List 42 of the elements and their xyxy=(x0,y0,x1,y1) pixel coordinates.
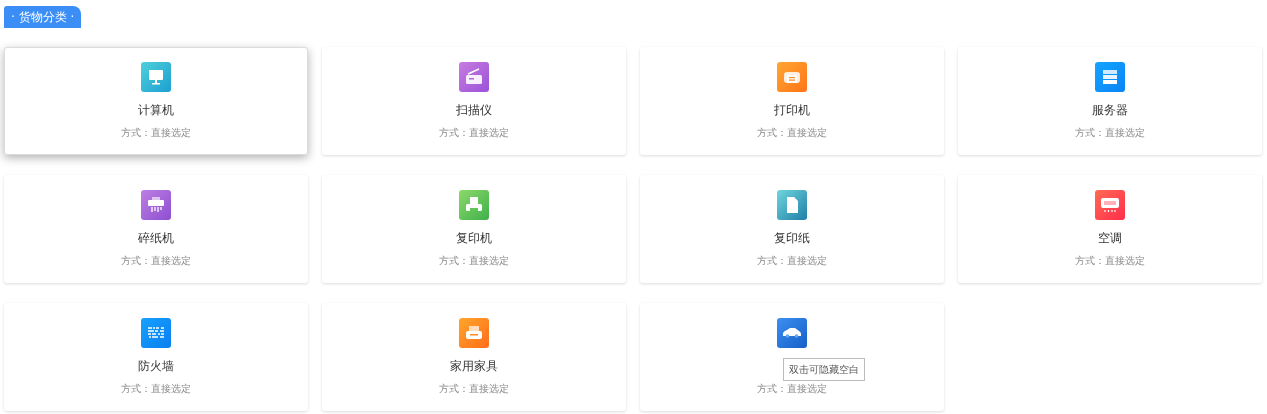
category-name: 计算机 xyxy=(138,102,174,118)
category-name: 空调 xyxy=(1098,230,1122,246)
method-label: 方式：直接选定 xyxy=(439,255,509,267)
section-tag: · 货物分类 · xyxy=(4,6,82,28)
method-label: 方式：直接选定 xyxy=(757,127,827,139)
category-name: 防火墙 xyxy=(138,358,174,374)
category-card[interactable]: 碎纸机 方式：直接选定 xyxy=(4,175,308,283)
category-name: 碎纸机 xyxy=(138,230,174,246)
category-card[interactable]: 复印机 方式：直接选定 xyxy=(322,175,626,283)
method-label: 方式：直接选定 xyxy=(439,127,509,139)
category-name: 复印机 xyxy=(456,230,492,246)
category-card[interactable]: 家用家具 方式：直接选定 xyxy=(322,303,626,411)
air-conditioner-icon xyxy=(1095,190,1125,220)
category-name: 打印机 xyxy=(774,102,810,118)
method-label: 方式：直接选定 xyxy=(439,383,509,395)
scanner-icon xyxy=(459,62,489,92)
category-name: 服务器 xyxy=(1092,102,1128,118)
method-label: 方式：直接选定 xyxy=(757,383,827,395)
category-card[interactable]: 打印机 方式：直接选定 xyxy=(640,47,944,155)
keyboard-icon xyxy=(141,318,171,348)
server-icon xyxy=(1095,62,1125,92)
category-card[interactable]: 服务器 方式：直接选定 xyxy=(958,47,1262,155)
method-label: 方式：直接选定 xyxy=(121,127,191,139)
method-label: 方式：直接选定 xyxy=(1075,255,1145,267)
method-label: 方式：直接选定 xyxy=(1075,127,1145,139)
category-name: 家用家具 xyxy=(450,358,498,374)
method-label: 方式：直接选定 xyxy=(757,255,827,267)
category-card[interactable]: 空调 方式：直接选定 xyxy=(958,175,1262,283)
category-card[interactable]: 计算机 方式：直接选定 xyxy=(4,47,308,155)
tooltip: 双击可隐藏空白 xyxy=(783,358,865,381)
category-card[interactable]: 防火墙 方式：直接选定 xyxy=(4,303,308,411)
car-icon xyxy=(777,318,807,348)
category-card[interactable]: 复印纸 方式：直接选定 xyxy=(640,175,944,283)
category-name: 扫描仪 xyxy=(456,102,492,118)
method-label: 方式：直接选定 xyxy=(121,255,191,267)
shredder-icon xyxy=(141,190,171,220)
category-card[interactable]: 双击可隐藏空白 方式：直接选定 xyxy=(640,303,944,411)
method-label: 方式：直接选定 xyxy=(121,383,191,395)
category-name: 复印纸 xyxy=(774,230,810,246)
monitor-icon xyxy=(141,62,171,92)
category-card[interactable]: 扫描仪 方式：直接选定 xyxy=(322,47,626,155)
document-icon xyxy=(777,190,807,220)
